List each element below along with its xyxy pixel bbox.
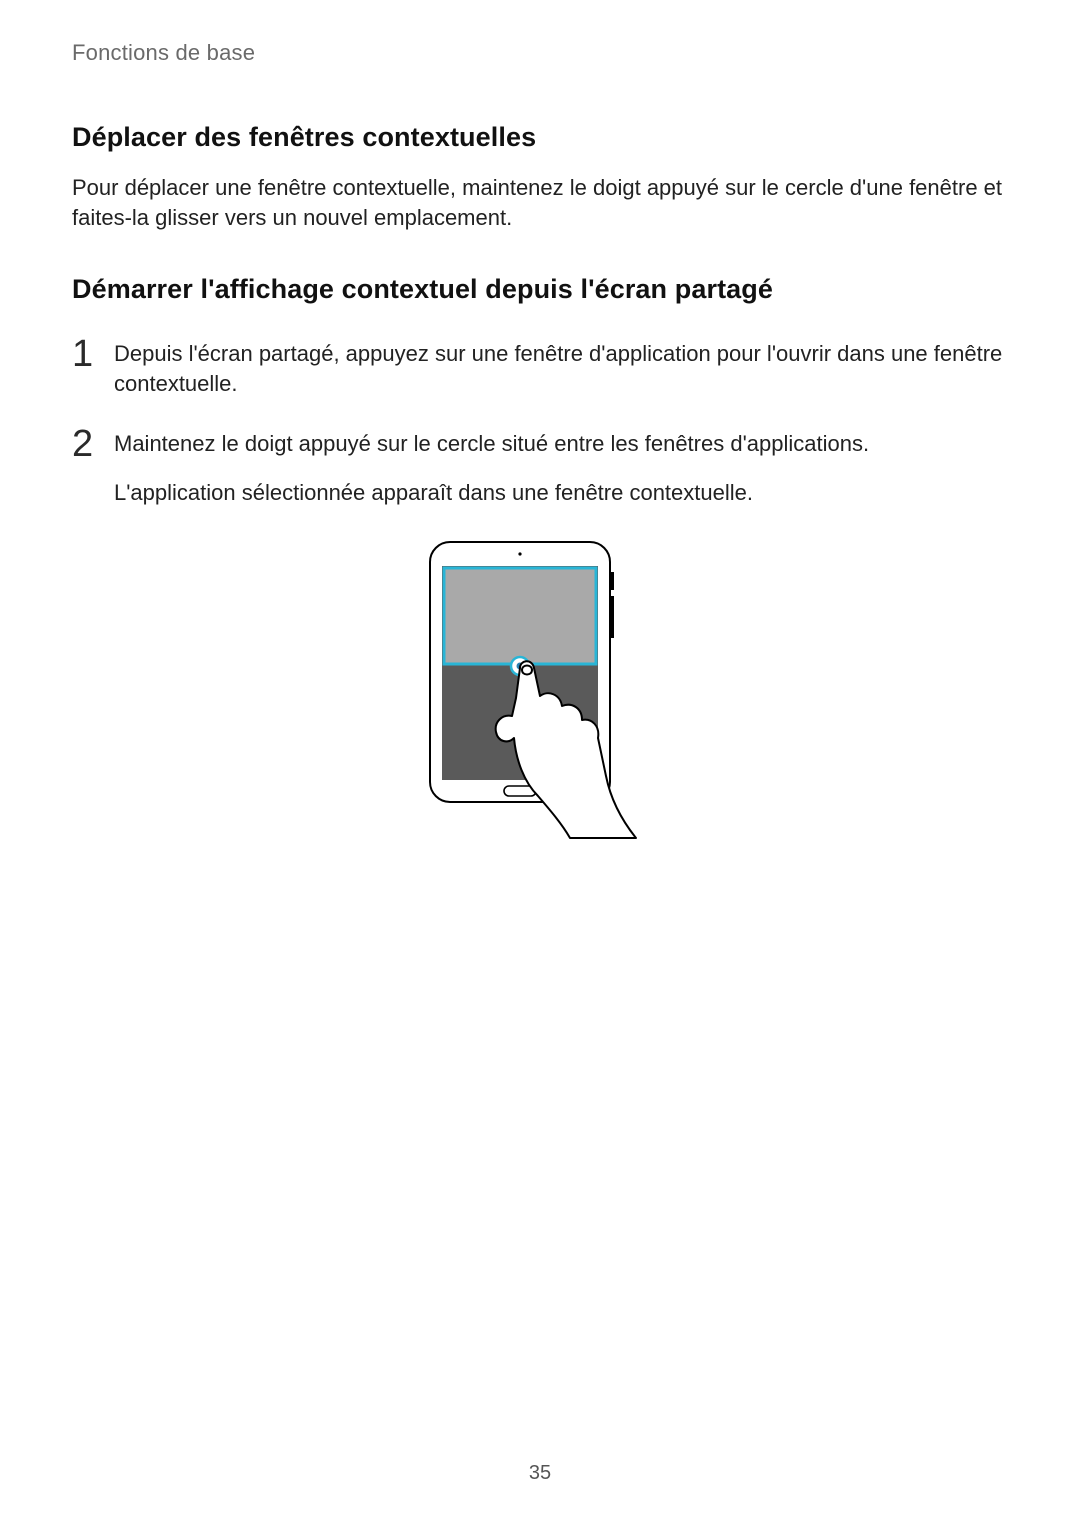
device-illustration [420,538,660,858]
figure-container [72,538,1008,858]
heading-start-popup-from-split: Démarrer l'affichage contextuel depuis l… [72,274,1008,305]
step-text: Depuis l'écran partagé, appuyez sur une … [114,339,1008,400]
step-number: 2 [72,425,114,463]
step-text: Maintenez le doigt appuyé sur le cercle … [114,429,1008,508]
step-number: 1 [72,335,114,373]
steps-list: 1 Depuis l'écran partagé, appuyez sur un… [72,339,1008,508]
para-move-popup: Pour déplacer une fenêtre contextuelle, … [72,173,1008,234]
page-number: 35 [0,1462,1080,1485]
step-subtext: L'application sélectionnée apparaît dans… [114,478,1008,508]
breadcrumb: Fonctions de base [72,40,1008,66]
step-text-line: Maintenez le doigt appuyé sur le cercle … [114,431,869,456]
step-text-line: Depuis l'écran partagé, appuyez sur une … [114,341,1002,396]
step-item: 2 Maintenez le doigt appuyé sur le cercl… [72,429,1008,508]
heading-move-popup: Déplacer des fenêtres contextuelles [72,122,1008,153]
step-item: 1 Depuis l'écran partagé, appuyez sur un… [72,339,1008,400]
